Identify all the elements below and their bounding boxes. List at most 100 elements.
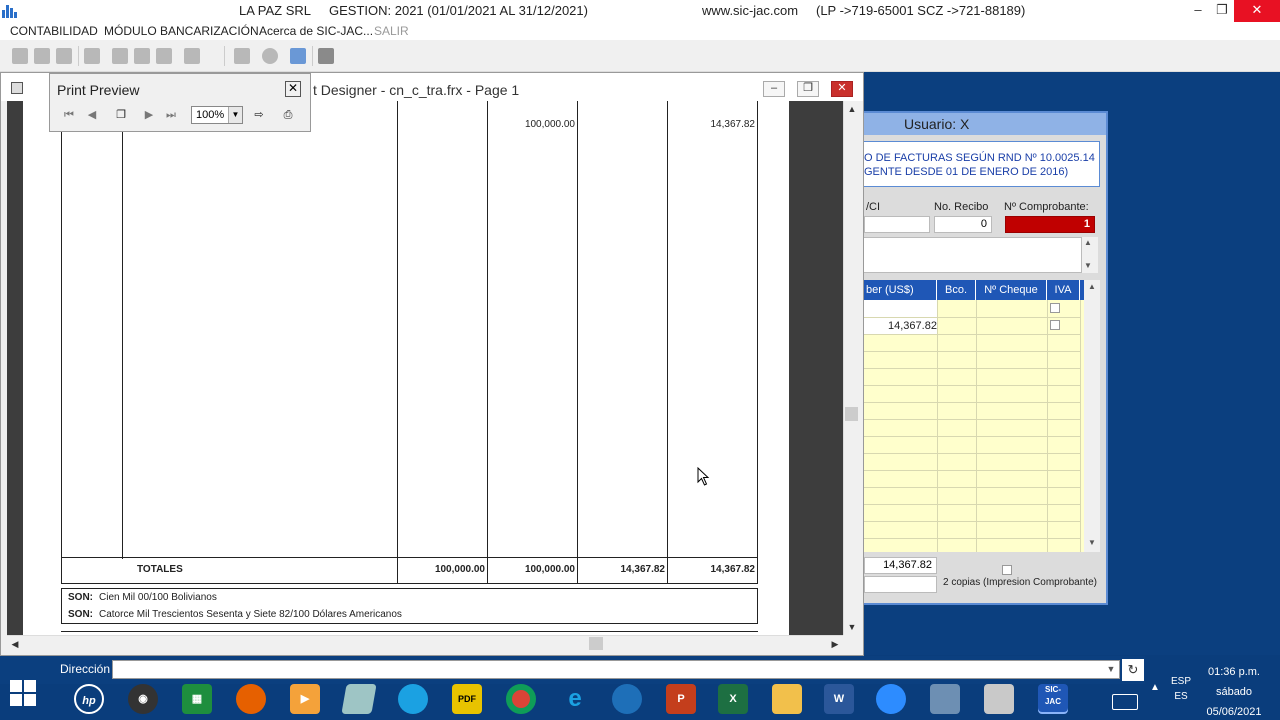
scroll-down-arrow-icon[interactable]: ▼ [844, 619, 860, 635]
comprobante-field[interactable]: 1 [1005, 216, 1095, 233]
taskbar-remote-icon[interactable] [930, 684, 960, 714]
minimize-button[interactable]: – [1186, 0, 1210, 22]
grid-header-iva[interactable]: IVA [1047, 280, 1080, 300]
report-preview-area[interactable]: 100,000.00 14,367.82 TOTALES 100,000.00 … [7, 101, 843, 635]
report-son-line-2: Catorce Mil Trescientos Sesenta y Siete … [99, 609, 402, 620]
glosa-scroll-up-icon[interactable]: ▲ [1084, 238, 1092, 247]
report-son-label-1: SON: [68, 592, 93, 603]
grid-header-banco[interactable]: Bco. [937, 280, 976, 300]
recibo-label: No. Recibo [934, 201, 989, 213]
designer-restore-button[interactable]: ❐ [797, 81, 819, 97]
taskbar-excel-icon[interactable]: X [718, 684, 748, 714]
iva-checkbox-row2[interactable] [1050, 320, 1060, 330]
toolbar-doc-icon[interactable] [134, 48, 150, 64]
taskbar-camera-icon[interactable]: ◉ [128, 684, 158, 714]
report-total-1: 100,000.00 [434, 564, 485, 575]
designer-title: t Designer - cn_c_tra.frx - Page 1 [313, 82, 520, 98]
taskbar-word-icon[interactable]: W [824, 684, 854, 714]
toolbar-clipboard-icon[interactable] [84, 48, 100, 64]
toolbar-forward-icon[interactable] [56, 48, 72, 64]
start-windows-icon[interactable] [10, 680, 36, 706]
taskbar-chrome-icon[interactable] [506, 684, 536, 714]
taskbar-powerpoint-icon[interactable]: P [666, 684, 696, 714]
report-total-4: 14,367.82 [710, 564, 756, 575]
zoom-select[interactable]: 100% ▼ [191, 106, 243, 124]
last-page-icon[interactable]: ⏭ [162, 106, 180, 124]
menu-bancarizacion[interactable]: MÓDULO BANCARIZACIÓN [104, 24, 259, 38]
report-top-value-bs: 100,000.00 [524, 119, 575, 130]
chevron-down-icon[interactable]: ▼ [228, 107, 242, 123]
grid-scroll-up-icon[interactable]: ▲ [1088, 282, 1096, 291]
restore-button[interactable]: ❐ [1210, 0, 1234, 22]
taskbar-edge-icon[interactable] [398, 684, 428, 714]
scroll-up-arrow-icon[interactable]: ▲ [844, 101, 860, 117]
toolbar-export-icon[interactable] [234, 48, 250, 64]
designer-vertical-scrollbar[interactable]: ▲ ▼ [843, 101, 859, 635]
grid-scroll-down-icon[interactable]: ▼ [1088, 538, 1096, 547]
total-haber-field[interactable]: 14,367.82 [864, 557, 937, 574]
toolbar-back-icon[interactable] [12, 48, 28, 64]
toolbar-eye-icon[interactable] [112, 48, 128, 64]
print-preview-close-button[interactable]: ✕ [285, 81, 301, 97]
clock-day: sábado [1215, 686, 1253, 698]
taskbar-pdf-icon[interactable]: PDF [452, 684, 482, 714]
designer-horizontal-scrollbar[interactable]: ◀ ▶ [7, 635, 843, 651]
menu-salir[interactable]: SALIR [374, 24, 409, 38]
menu-contabilidad[interactable]: CONTABILIDAD [10, 24, 98, 38]
toolbar-folder-icon[interactable] [34, 48, 50, 64]
iva-checkbox-row1[interactable] [1050, 303, 1060, 313]
toolbar-edit-icon[interactable] [184, 48, 200, 64]
taskbar-zoom-icon[interactable] [876, 684, 906, 714]
report-designer-window: t Designer - cn_c_tra.frx - Page 1 – ❐ ✕… [0, 72, 864, 656]
previous-page-icon[interactable]: ◀ [83, 106, 101, 124]
toolbar-list-icon[interactable] [156, 48, 172, 64]
designer-close-button[interactable]: ✕ [831, 81, 853, 97]
toolbar-calculator-icon[interactable] [290, 48, 306, 64]
exit-preview-icon[interactable]: ⇨ [250, 106, 268, 124]
glosa-scroll-down-icon[interactable]: ▼ [1084, 261, 1092, 270]
banner-line-1: O DE FACTURAS SEGÚN RND Nº 10.0025.14 [864, 152, 1095, 164]
grid-header-cheque[interactable]: Nº Cheque [976, 280, 1047, 300]
toolbar-circle-icon[interactable] [262, 48, 278, 64]
taskbar-sheets-icon[interactable]: ▦ [182, 684, 212, 714]
report-total-2: 100,000.00 [524, 564, 575, 575]
toolbar-print-icon[interactable] [318, 48, 334, 64]
pages-icon[interactable]: ❐ [112, 106, 130, 124]
vertical-scroll-thumb[interactable] [845, 407, 858, 421]
grid-header-haber[interactable]: ber (US$) [864, 280, 937, 300]
detalle-grid[interactable]: ber (US$) Bco. Nº Cheque IVA 14,367.82 [864, 280, 1084, 552]
recibo-field[interactable]: 0 [934, 216, 992, 233]
copias-checkbox[interactable] [1002, 565, 1012, 575]
scroll-left-arrow-icon[interactable]: ◀ [7, 636, 23, 652]
nit-ci-label: /CI [866, 201, 881, 213]
taskbar-hp-icon[interactable]: hp [74, 684, 104, 714]
total-extra-field[interactable] [864, 576, 937, 593]
comprobante-form-window: Usuario: X O DE FACTURAS SEGÚN RND Nº 10… [864, 111, 1108, 605]
glosa-scrollbar[interactable]: ▲ ▼ [1082, 237, 1098, 273]
first-page-icon[interactable]: ⏮ [60, 106, 78, 124]
close-button[interactable]: ✕ [1234, 0, 1280, 22]
designer-minimize-button[interactable]: – [763, 81, 785, 97]
next-page-icon[interactable]: ▶ [140, 106, 158, 124]
taskbar-ie-icon[interactable]: e [560, 684, 590, 714]
glosa-textarea[interactable] [864, 237, 1082, 273]
taskbar-explorer-icon[interactable] [772, 684, 802, 714]
scroll-right-arrow-icon[interactable]: ▶ [827, 636, 843, 652]
taskbar-paint-icon[interactable] [984, 684, 1014, 714]
taskbar-firefox-icon[interactable] [236, 684, 266, 714]
horizontal-scroll-thumb[interactable] [589, 637, 603, 650]
menu-acerca[interactable]: Acerca de SIC-JAC... [259, 24, 373, 38]
clock[interactable]: 01:36 p.m. sábado 05/06/2021 [1198, 662, 1270, 720]
keyboard-icon[interactable] [1112, 694, 1138, 710]
language-indicator[interactable]: ESP ES [1170, 674, 1192, 704]
comprobante-label: Nº Comprobante: [1004, 201, 1089, 213]
taskbar-sic-jac-icon[interactable]: SIC-JAC [1038, 684, 1068, 714]
nit-ci-field[interactable] [864, 216, 930, 233]
grid-scrollbar[interactable]: ▲ ▼ [1084, 280, 1100, 552]
toolbar [0, 40, 1280, 72]
taskbar-speed-icon[interactable] [612, 684, 642, 714]
print-icon[interactable]: ⎙ [279, 106, 297, 124]
taskbar-notepad-icon[interactable] [341, 684, 377, 714]
tray-expand-icon[interactable]: ▲ [1150, 682, 1160, 693]
taskbar-video-icon[interactable]: ▶ [290, 684, 320, 714]
